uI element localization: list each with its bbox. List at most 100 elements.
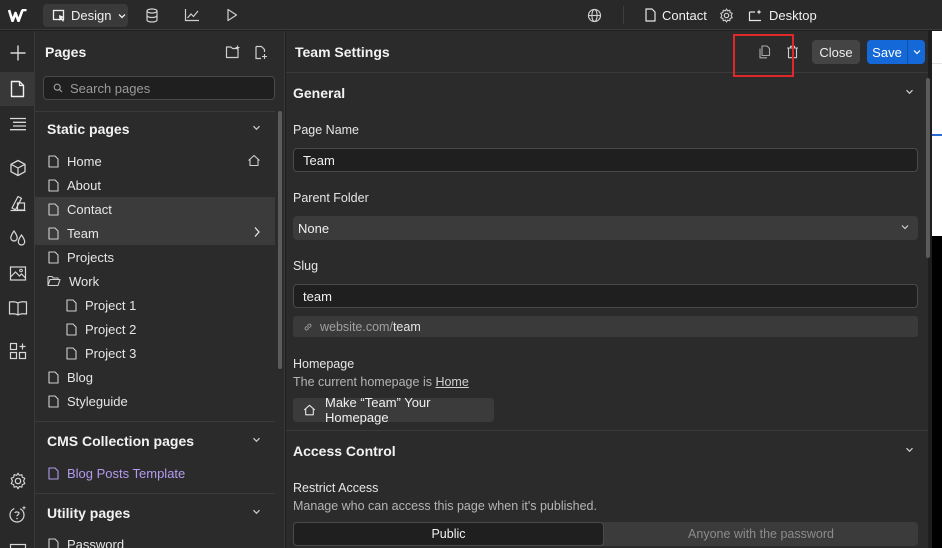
chevron-right-icon — [253, 226, 261, 238]
design-mode-button[interactable]: Design — [43, 4, 128, 27]
page-item-label: Work — [69, 273, 100, 289]
add-icon[interactable] — [5, 40, 30, 65]
page-item-blog[interactable]: Blog — [35, 365, 275, 389]
save-button-label: Save — [872, 44, 902, 60]
chevron-down-icon — [252, 437, 261, 443]
chart-icon[interactable] — [180, 4, 204, 26]
page-item-contact[interactable]: Contact — [35, 197, 275, 221]
chevron-down-icon — [901, 224, 909, 230]
page-item-styleguide[interactable]: Styleguide — [35, 389, 275, 413]
pages-icon[interactable] — [0, 72, 35, 106]
make-homepage-label: Make “Team” Your Homepage — [325, 395, 431, 425]
top-bar: Design Contact Desktop — [0, 0, 942, 30]
static-pages-header[interactable]: Static pages — [35, 114, 275, 144]
save-button[interactable]: Save — [867, 40, 925, 64]
slug-input[interactable] — [293, 284, 918, 308]
homepage-link[interactable]: Home — [435, 375, 468, 389]
search-input[interactable] — [70, 80, 260, 96]
page-item-password[interactable]: Password — [35, 532, 275, 548]
page-item-label: Team — [67, 225, 99, 241]
help-icon[interactable] — [5, 501, 30, 526]
drops-icon[interactable] — [5, 225, 30, 250]
cursor-icon — [52, 9, 66, 23]
access-option-public[interactable]: Public — [293, 522, 604, 546]
page-item-team[interactable]: Team — [35, 221, 275, 245]
chevron-down-icon[interactable] — [908, 49, 925, 55]
static-pages-title: Static pages — [47, 121, 130, 137]
highlight-annotation — [733, 34, 794, 77]
page-item-project-2[interactable]: Project 2 — [35, 317, 275, 341]
page-item-blog-posts-template[interactable]: Blog Posts Template — [35, 461, 275, 485]
page-item-label: Contact — [67, 201, 112, 217]
breakpoint-selector[interactable]: Desktop — [748, 4, 817, 26]
assets-icon[interactable] — [5, 260, 30, 285]
components-icon[interactable] — [5, 155, 30, 180]
page-item-home[interactable]: Home — [35, 149, 275, 173]
page-item-about[interactable]: About — [35, 173, 275, 197]
page-icon — [48, 226, 59, 240]
settings-title: Team Settings — [295, 44, 390, 60]
page-item-project-3[interactable]: Project 3 — [35, 341, 275, 365]
close-button[interactable]: Close — [812, 40, 860, 64]
folder-item-work[interactable]: Work — [35, 269, 275, 293]
search-box — [43, 76, 275, 100]
page-item-label: Projects — [67, 249, 114, 265]
search-icon — [53, 83, 63, 93]
page-item-project-1[interactable]: Project 1 — [35, 293, 275, 317]
cms-pages-header[interactable]: CMS Collection pages — [35, 426, 275, 456]
page-item-label: Home — [67, 153, 102, 169]
utility-pages-title: Utility pages — [47, 505, 131, 521]
slug-preview: website.com/team — [293, 316, 918, 337]
page-icon — [66, 346, 77, 360]
settings-scrollbar[interactable] — [926, 78, 930, 258]
page-item-projects[interactable]: Projects — [35, 245, 275, 269]
settings-icon[interactable] — [5, 468, 30, 493]
play-icon[interactable] — [220, 4, 244, 26]
restrict-access-label: Restrict Access — [293, 481, 379, 495]
design-canvas[interactable] — [932, 31, 942, 548]
pages-panel: Pages Static pages Home About Contact Te… — [35, 31, 285, 548]
access-option-password[interactable]: Anyone with the password — [604, 522, 918, 546]
breakpoint-label: Desktop — [769, 7, 817, 23]
settings-header: Team Settings Close Save — [286, 31, 928, 77]
homepage-label: Homepage — [293, 357, 355, 371]
book-icon[interactable] — [5, 295, 30, 320]
page-item-label: Project 1 — [85, 297, 137, 313]
left-toolbar — [0, 31, 35, 548]
collapse-icon[interactable] — [5, 536, 30, 548]
pages-scrollbar[interactable] — [278, 111, 282, 369]
parent-folder-label: Parent Folder — [293, 191, 369, 205]
parent-folder-select[interactable]: None — [293, 216, 918, 240]
gear-icon[interactable] — [714, 4, 738, 26]
navigator-icon[interactable] — [5, 111, 30, 136]
breakpoint-icon — [748, 9, 763, 22]
chevron-down-icon — [905, 89, 914, 95]
utility-pages-header[interactable]: Utility pages — [35, 498, 275, 528]
page-item-label: Project 3 — [85, 345, 137, 361]
access-control-header[interactable]: Access Control — [286, 431, 928, 471]
slug-path: team — [392, 319, 421, 334]
access-control-title: Access Control — [293, 443, 396, 459]
current-page-indicator[interactable]: Contact — [645, 4, 707, 26]
cms-pages-title: CMS Collection pages — [47, 433, 195, 449]
add-page-icon[interactable] — [252, 43, 270, 61]
apps-icon[interactable] — [5, 338, 30, 363]
styles-icon[interactable] — [5, 190, 30, 215]
chevron-down-icon — [252, 509, 261, 515]
make-homepage-button[interactable]: Make “Team” Your Homepage — [293, 395, 494, 425]
page-name-input[interactable] — [293, 148, 918, 172]
globe-icon[interactable] — [582, 4, 606, 26]
chevron-down-icon — [252, 125, 261, 131]
page-icon — [645, 8, 656, 22]
webflow-logo-icon[interactable] — [0, 0, 35, 30]
add-folder-icon[interactable] — [224, 43, 242, 61]
general-section-title: General — [293, 85, 346, 101]
home-icon — [247, 154, 261, 167]
page-item-label: Blog Posts Template — [67, 465, 186, 481]
restrict-access-help: Manage who can access this page when it'… — [293, 499, 597, 513]
general-section-header[interactable]: General — [286, 73, 928, 113]
home-icon — [303, 404, 316, 416]
page-icon — [48, 394, 59, 408]
database-icon[interactable] — [140, 4, 164, 26]
chevron-down-icon — [905, 447, 914, 453]
